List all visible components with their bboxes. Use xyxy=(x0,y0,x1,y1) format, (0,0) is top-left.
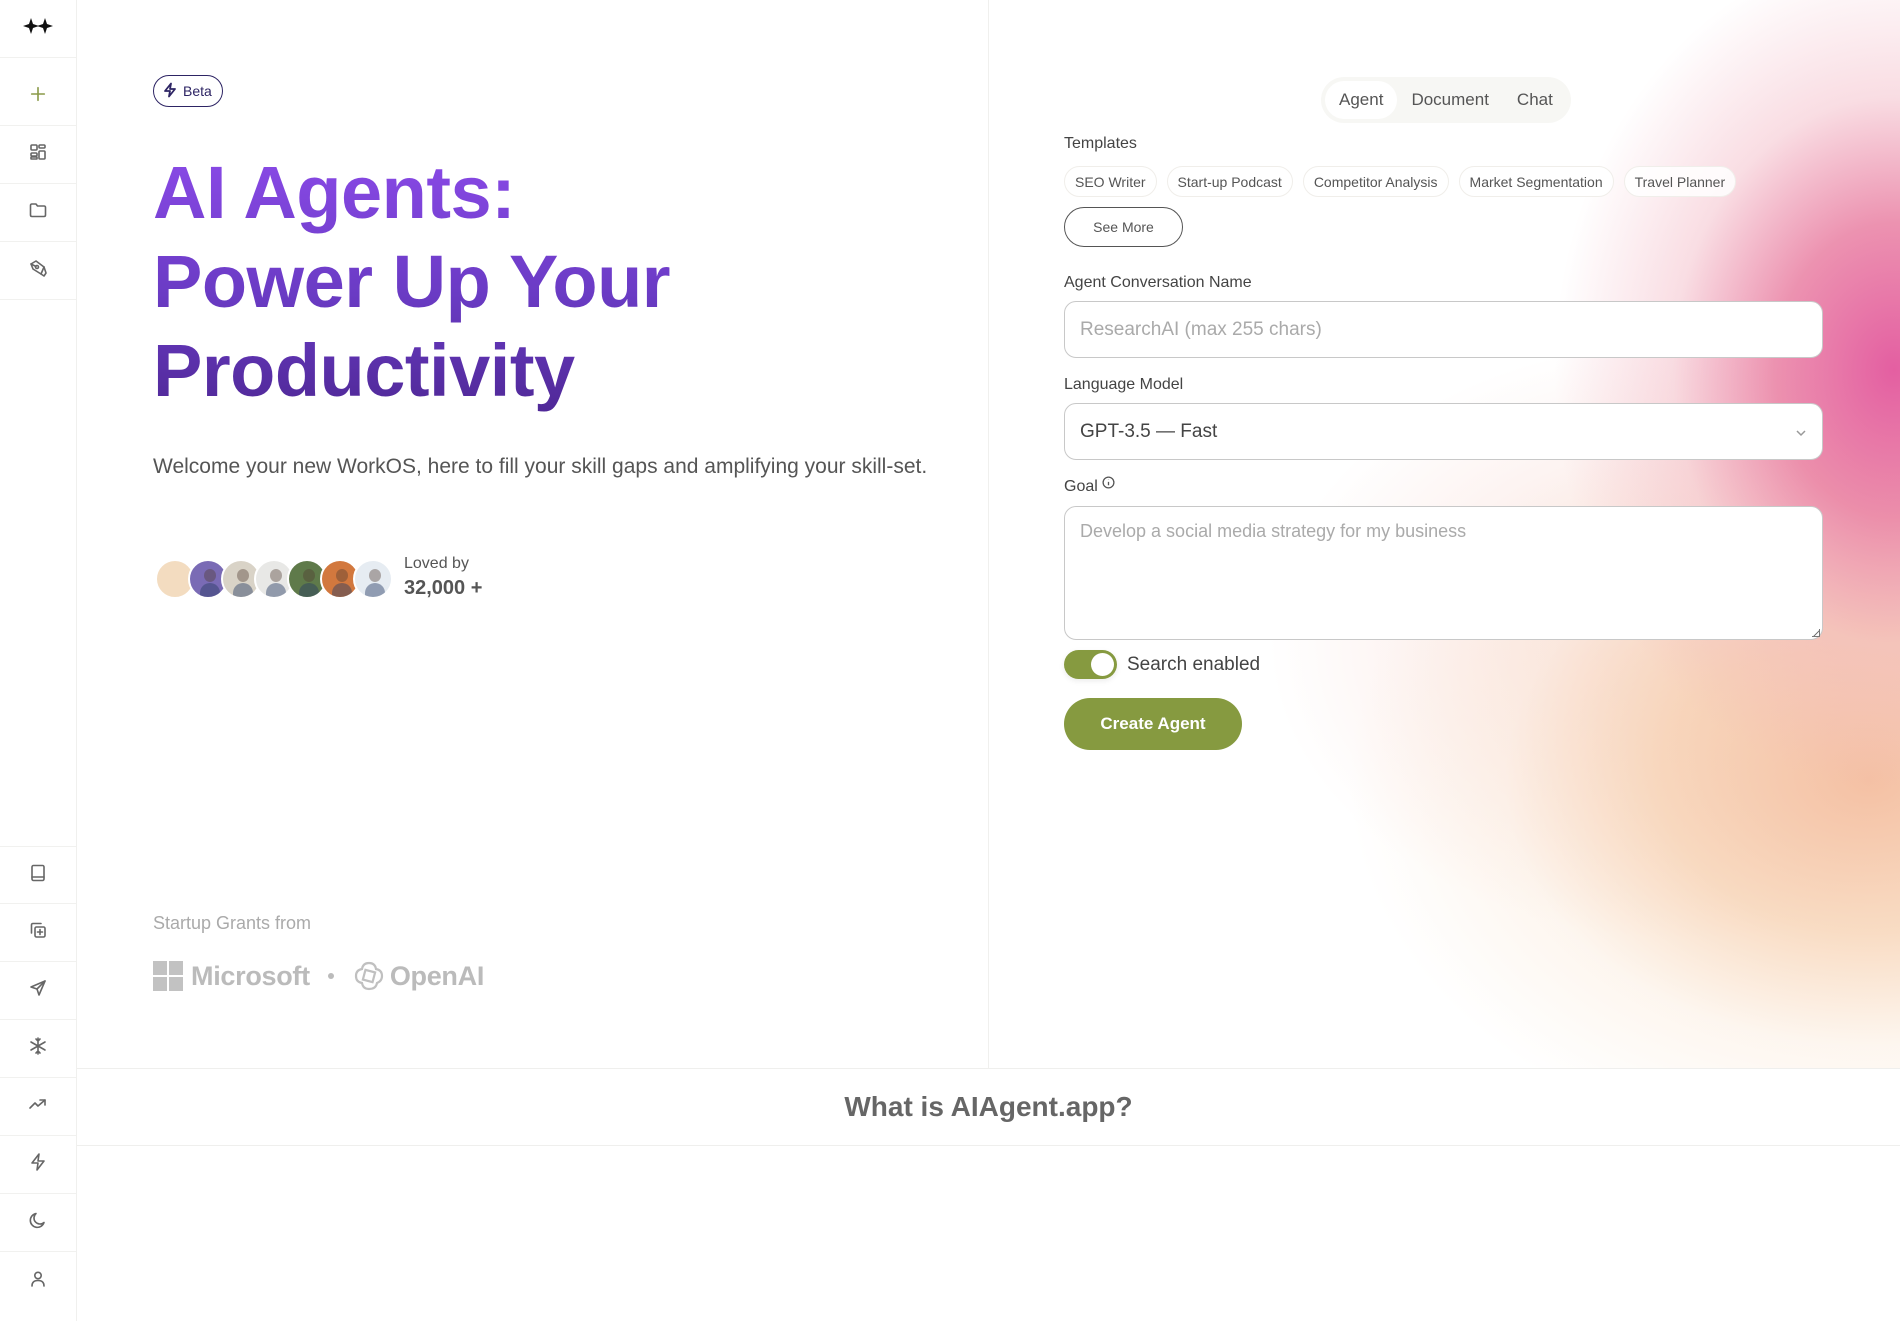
pen-tool-icon xyxy=(28,258,48,283)
sidebar-item-trending[interactable] xyxy=(0,1078,76,1136)
template-chip-seo-writer[interactable]: SEO Writer xyxy=(1064,166,1157,197)
language-model-value: GPT-3.5 — Fast xyxy=(1080,420,1218,442)
template-chip-competitor-analysis[interactable]: Competitor Analysis xyxy=(1302,166,1449,197)
tab-chat[interactable]: Chat xyxy=(1503,81,1567,119)
toggle-knob xyxy=(1091,653,1114,676)
hero-section: Beta AI Agents: Power Up Your Productivi… xyxy=(77,0,988,1068)
chevron-down-icon xyxy=(1794,424,1808,438)
info-icon[interactable] xyxy=(1102,476,1115,489)
sidebar-item-zap[interactable] xyxy=(0,1136,76,1194)
folder-icon xyxy=(28,200,48,225)
hero-subtitle: Welcome your new WorkOS, here to fill yo… xyxy=(153,455,928,478)
language-model-select[interactable]: GPT-3.5 — Fast xyxy=(1064,403,1823,460)
loved-by-label: Loved by xyxy=(404,555,469,572)
beta-badge: Beta xyxy=(153,75,223,107)
user-count: 32,000 + xyxy=(404,577,483,599)
sponsor-microsoft: Microsoft xyxy=(191,960,310,991)
hero-title-line: Productivity xyxy=(153,329,575,412)
sidebar xyxy=(0,0,77,1321)
search-toggle-row[interactable]: Search enabled xyxy=(1064,650,1260,679)
template-chip-market-segmentation[interactable]: Market Segmentation xyxy=(1458,166,1614,197)
see-more-button[interactable]: See More xyxy=(1064,207,1183,247)
microsoft-logo-icon xyxy=(153,961,183,991)
language-model-label: Language Model xyxy=(1064,376,1184,393)
avatar-stack xyxy=(155,559,393,601)
template-chip-startup-podcast[interactable]: Start-up Podcast xyxy=(1166,166,1293,197)
sidebar-item-snowflake[interactable] xyxy=(0,1020,76,1078)
sidebar-item-write[interactable] xyxy=(0,242,76,300)
sidebar-item-new[interactable] xyxy=(0,68,76,126)
template-chips: SEO Writer Start-up Podcast Competitor A… xyxy=(1064,166,1824,197)
user-icon xyxy=(28,1269,48,1294)
sidebar-item-add-copy[interactable] xyxy=(0,904,76,962)
snowflake-icon xyxy=(28,1036,48,1061)
search-toggle[interactable] xyxy=(1064,650,1117,679)
sidebar-item-send[interactable] xyxy=(0,962,76,1020)
goal-textarea[interactable]: Develop a social media strategy for my b… xyxy=(1064,506,1823,640)
trending-up-icon xyxy=(28,1094,48,1119)
tab-document[interactable]: Document xyxy=(1397,81,1502,119)
what-is-title: What is AIAgent.app? xyxy=(844,1091,1133,1122)
sponsor-logos: Microsoft OpenAI xyxy=(153,956,484,996)
sponsor-openai: OpenAI xyxy=(389,960,485,991)
template-chip-travel-planner[interactable]: Travel Planner xyxy=(1623,166,1737,197)
sidebar-item-dashboard[interactable] xyxy=(0,126,76,184)
copy-plus-icon xyxy=(28,920,48,945)
templates-label: Templates xyxy=(1064,135,1137,152)
what-is-section: What is AIAgent.app? xyxy=(77,1068,1900,1146)
agent-name-label: Agent Conversation Name xyxy=(1064,274,1252,291)
sidebar-item-theme[interactable] xyxy=(0,1194,76,1252)
hero-title-line: AI Agents: xyxy=(153,151,516,234)
lightning-icon xyxy=(28,1152,48,1177)
send-icon xyxy=(28,978,48,1003)
resize-handle[interactable] xyxy=(1812,629,1820,637)
grid-icon xyxy=(28,142,48,167)
social-proof: Loved by 32,000 + xyxy=(404,555,482,600)
tab-agent[interactable]: Agent xyxy=(1325,81,1398,119)
goal-placeholder: Develop a social media strategy for my b… xyxy=(1080,521,1467,541)
agent-form-panel: Agent Document Chat Templates SEO Writer… xyxy=(989,0,1900,1068)
agent-name-placeholder: ResearchAI (max 255 chars) xyxy=(1080,318,1322,340)
beta-badge-label: Beta xyxy=(183,83,212,99)
grants-label: Startup Grants from xyxy=(153,913,312,933)
sidebar-item-library[interactable] xyxy=(0,846,76,904)
goal-label-row: Goal xyxy=(1064,476,1115,496)
book-icon xyxy=(28,863,48,888)
separator-dot xyxy=(327,973,334,979)
hero-title-line: Power Up Your xyxy=(153,240,671,323)
agent-name-input[interactable]: ResearchAI (max 255 chars) xyxy=(1064,301,1823,358)
create-agent-button[interactable]: Create Agent xyxy=(1064,698,1242,750)
search-toggle-label: Search enabled xyxy=(1127,653,1261,675)
avatar xyxy=(353,559,393,599)
goal-label: Goal xyxy=(1064,478,1098,495)
sparkles-icon xyxy=(23,16,53,41)
plus-icon xyxy=(29,85,47,108)
sidebar-item-logo[interactable] xyxy=(0,0,76,58)
moon-icon xyxy=(28,1210,48,1235)
lightning-icon xyxy=(162,82,178,101)
openai-logo-icon xyxy=(352,959,386,993)
mode-tabs: Agent Document Chat xyxy=(1321,77,1571,123)
sidebar-item-account[interactable] xyxy=(0,1252,76,1310)
hero-title: AI Agents: Power Up Your Productivity xyxy=(153,148,913,415)
sidebar-item-folder[interactable] xyxy=(0,184,76,242)
